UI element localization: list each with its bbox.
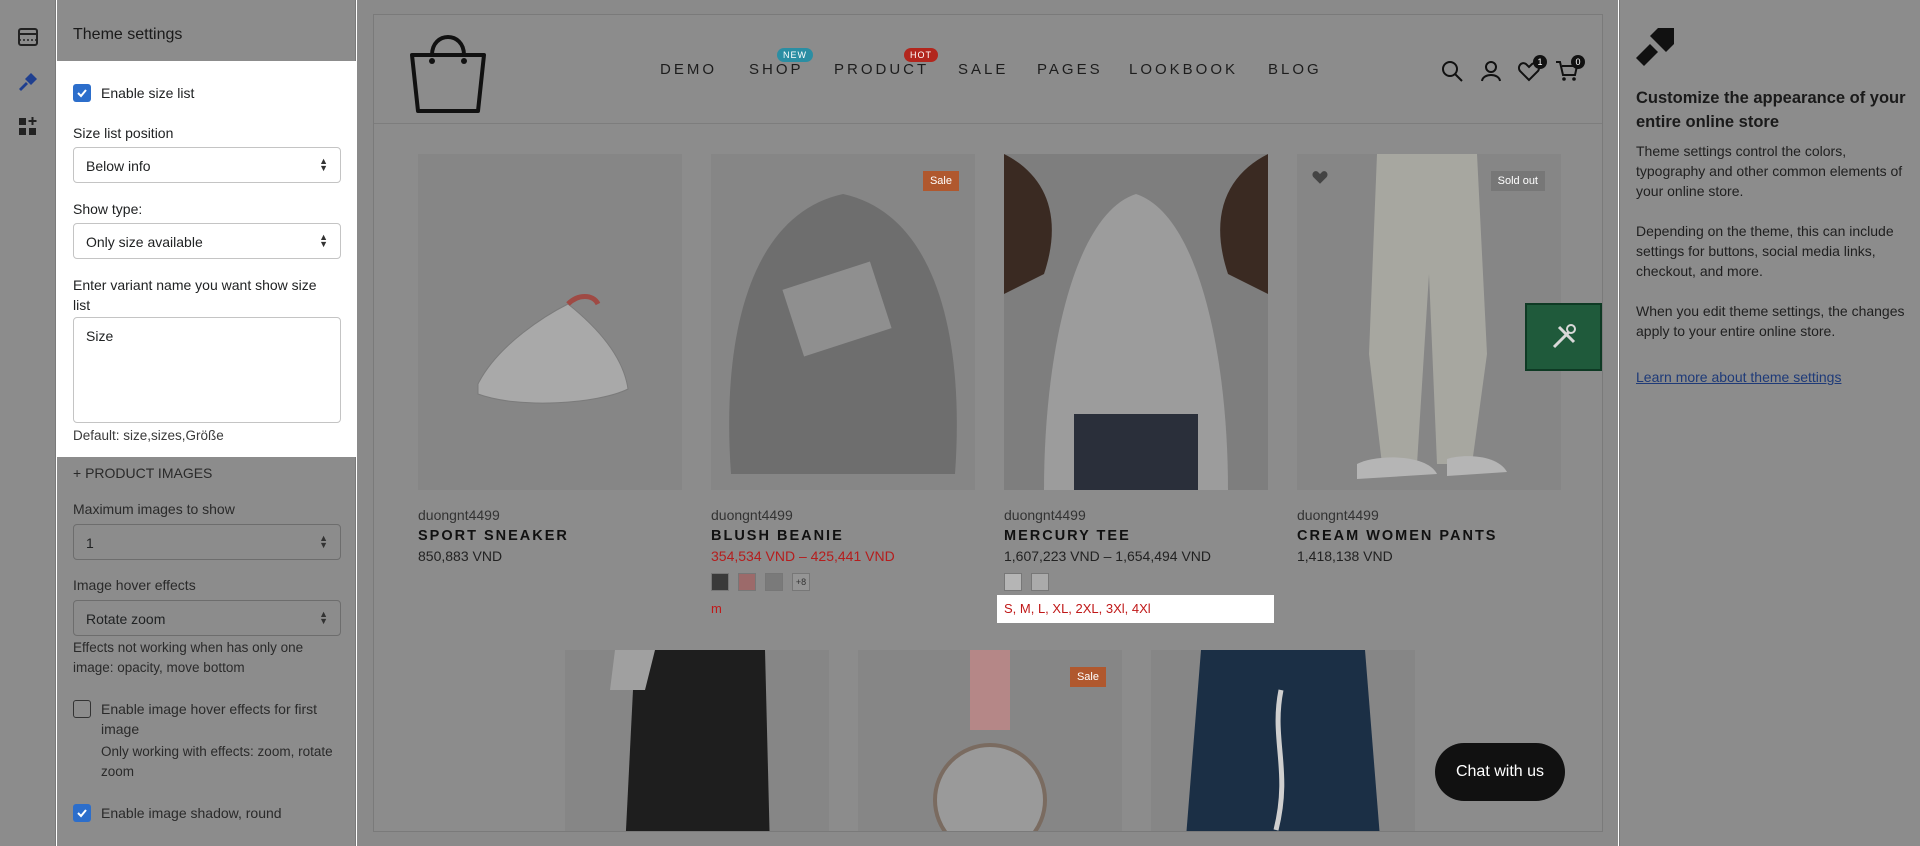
theme-settings-icon[interactable] bbox=[14, 68, 42, 96]
product-name[interactable]: MERCURY TEE bbox=[1004, 528, 1131, 544]
product-vendor: duongnt4499 bbox=[1004, 507, 1086, 523]
sold-out-badge: Sold out bbox=[1490, 171, 1545, 191]
size-list: m bbox=[711, 601, 722, 616]
product-name[interactable]: SPORT SNEAKER bbox=[418, 528, 569, 544]
product-image-black-pants[interactable] bbox=[565, 650, 829, 831]
size-list-position-select[interactable]: Below info ▲ ▼ bbox=[73, 147, 341, 183]
header-divider bbox=[374, 123, 1602, 124]
show-type-select[interactable]: Only size available ▲ ▼ bbox=[73, 223, 341, 259]
nav-lookbook[interactable]: LOOKBOOK bbox=[1129, 61, 1238, 78]
product-vendor: duongnt4499 bbox=[1297, 507, 1379, 523]
icon-rail bbox=[0, 0, 56, 846]
hover-effects-help: Effects not working when has only one im… bbox=[73, 640, 304, 675]
select-arrows-icon: ▲ ▼ bbox=[319, 533, 328, 550]
hover-first-image-checkbox[interactable] bbox=[73, 700, 91, 718]
cart-count: 0 bbox=[1571, 55, 1585, 69]
hover-effects-label: Image hover effects bbox=[73, 577, 196, 593]
variant-name-help: Default: size,sizes,Größe bbox=[73, 428, 224, 443]
nav-demo[interactable]: DEMO bbox=[660, 61, 717, 78]
size-list: S, M, L, XL, 2XL, 3Xl, 4Xl bbox=[1004, 601, 1151, 616]
product-price: 354,534 VND – 425,441 VND bbox=[711, 548, 895, 564]
info-paragraph-2: Depending on the theme, this can include… bbox=[1636, 223, 1894, 279]
hover-effects-select[interactable]: Rotate zoom ▲ ▼ bbox=[73, 600, 341, 636]
product-image-watch[interactable]: Sale bbox=[858, 650, 1122, 831]
apps-icon[interactable] bbox=[14, 113, 42, 141]
info-paragraph-1: Theme settings control the colors, typog… bbox=[1636, 143, 1903, 199]
product-vendor: duongnt4499 bbox=[418, 507, 500, 523]
paintbrush-icon bbox=[1636, 28, 1674, 66]
product-image-cream-women-pants[interactable]: Sold out bbox=[1297, 154, 1561, 490]
max-images-value: 1 bbox=[86, 535, 94, 551]
product-price: 1,607,223 VND – 1,654,494 VND bbox=[1004, 548, 1212, 564]
enable-size-list-checkbox[interactable] bbox=[73, 84, 91, 102]
product-price: 850,883 VND bbox=[418, 548, 503, 564]
wishlist-count: 1 bbox=[1533, 55, 1547, 69]
nav-shop[interactable]: SHOP bbox=[749, 61, 804, 78]
nav-product[interactable]: PRODUCT bbox=[834, 61, 929, 78]
info-panel: Customize the appearance of your entire … bbox=[1619, 0, 1920, 846]
tools-button[interactable] bbox=[1525, 303, 1602, 371]
product-image-blush-beanie[interactable]: Sale bbox=[711, 154, 975, 490]
shadow-round-checkbox[interactable] bbox=[73, 804, 91, 822]
product-images-header[interactable]: + PRODUCT IMAGES bbox=[73, 463, 212, 483]
new-badge: NEW bbox=[777, 48, 813, 62]
more-swatches[interactable]: +8 bbox=[792, 573, 810, 591]
show-type-label: Show type: bbox=[73, 201, 143, 217]
product-image-sport-sneaker[interactable] bbox=[418, 154, 682, 490]
size-list-highlight: S, M, L, XL, 2XL, 3Xl, 4Xl bbox=[997, 595, 1274, 623]
heart-icon[interactable] bbox=[1311, 168, 1329, 186]
product-price: 1,418,138 VND bbox=[1297, 548, 1393, 564]
sale-badge: Sale bbox=[1069, 667, 1106, 687]
info-title: Customize the appearance of your entire … bbox=[1636, 89, 1906, 131]
variant-name-label: Enter variant name you want show size li… bbox=[73, 277, 317, 313]
settings-panel: Theme settings Enable size list Size lis… bbox=[57, 0, 356, 846]
enable-size-list-label: Enable size list bbox=[101, 85, 195, 101]
product-image-mercury-tee[interactable] bbox=[1004, 154, 1268, 490]
select-arrows-icon: ▲ ▼ bbox=[319, 609, 328, 626]
nav-pages[interactable]: PAGES bbox=[1037, 61, 1103, 78]
product-image-navy-lounge[interactable] bbox=[1151, 650, 1415, 831]
hover-first-image-label: Enable image hover effects for first ima… bbox=[101, 701, 318, 737]
hot-badge: HOT bbox=[904, 48, 938, 62]
tools-icon bbox=[1552, 324, 1576, 349]
learn-more-link[interactable]: Learn more about theme settings bbox=[1636, 369, 1841, 385]
size-list-position-label: Size list position bbox=[73, 125, 174, 141]
nav-blog[interactable]: BLOG bbox=[1268, 61, 1322, 78]
color-swatch[interactable] bbox=[1004, 573, 1022, 591]
color-swatch[interactable] bbox=[738, 573, 756, 591]
select-arrows-icon: ▲ ▼ bbox=[319, 156, 328, 173]
account-icon[interactable] bbox=[1479, 59, 1503, 83]
product-name[interactable]: CREAM WOMEN PANTS bbox=[1297, 528, 1497, 544]
info-paragraph-3: When you edit theme settings, the change… bbox=[1636, 303, 1905, 339]
chat-button[interactable]: Chat with us bbox=[1435, 743, 1565, 801]
max-images-select[interactable]: 1 ▲ ▼ bbox=[73, 524, 341, 560]
sections-icon[interactable] bbox=[14, 23, 42, 51]
store-logo[interactable] bbox=[402, 23, 494, 117]
show-type-value: Only size available bbox=[86, 234, 203, 250]
sale-badge: Sale bbox=[922, 171, 959, 191]
hover-first-image-help: Only working with effects: zoom, rotate … bbox=[101, 744, 333, 779]
nav-sale[interactable]: SALE bbox=[958, 61, 1008, 78]
search-icon[interactable] bbox=[1440, 59, 1464, 83]
color-swatch[interactable] bbox=[1031, 573, 1049, 591]
hover-effects-value: Rotate zoom bbox=[86, 611, 166, 627]
color-swatch[interactable] bbox=[711, 573, 729, 591]
store-preview: DEMO SHOP NEW PRODUCT HOT SALE PAGES LOO… bbox=[373, 14, 1603, 832]
max-images-label: Maximum images to show bbox=[73, 501, 235, 517]
color-swatch[interactable] bbox=[765, 573, 783, 591]
panel-title: Theme settings bbox=[73, 26, 183, 43]
select-arrows-icon: ▲ ▼ bbox=[319, 232, 328, 249]
product-name[interactable]: BLUSH BEANIE bbox=[711, 528, 844, 544]
product-vendor: duongnt4499 bbox=[711, 507, 793, 523]
shadow-round-label: Enable image shadow, round bbox=[101, 805, 282, 821]
size-list-position-value: Below info bbox=[86, 158, 151, 174]
variant-name-textarea[interactable]: Size bbox=[73, 317, 341, 423]
size-list-settings-group: Enable size list Size list position Belo… bbox=[57, 61, 356, 457]
